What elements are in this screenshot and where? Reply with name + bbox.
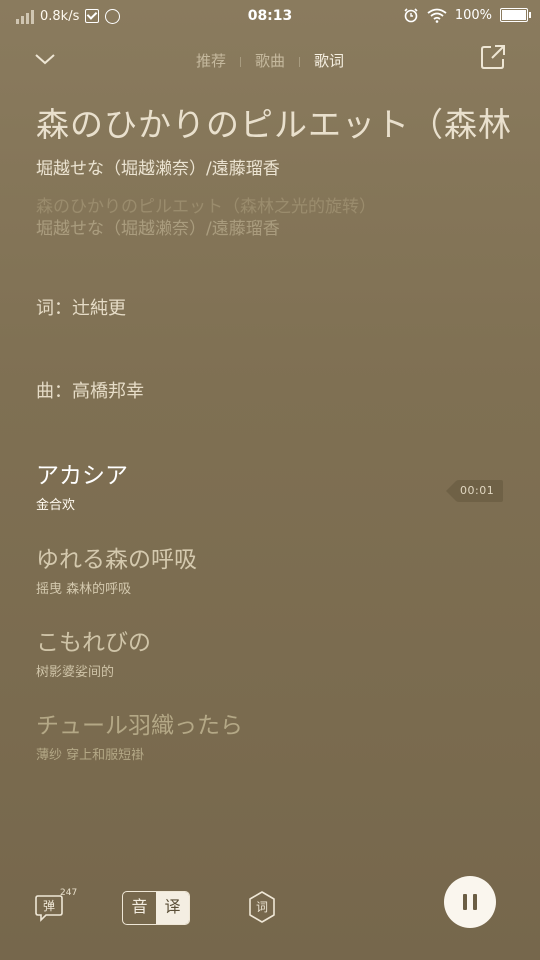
lyric-translation: 金合欢: [36, 498, 76, 513]
danmaku-count: 247: [60, 888, 78, 898]
pause-button[interactable]: [444, 876, 496, 928]
tab-recommend[interactable]: 推荐: [182, 50, 240, 71]
toggle-yin[interactable]: 音: [123, 892, 156, 924]
song-title: 森のひかりのピルエット（森林: [36, 105, 512, 144]
seek-time: 00:01: [460, 484, 495, 497]
lyric-translation: 摇曳 森林的呼吸: [36, 582, 132, 597]
lyrics-style-label: 词: [256, 900, 268, 914]
toggle-yi[interactable]: 译: [156, 892, 189, 924]
share-icon[interactable]: [480, 44, 506, 70]
lyricist-line: 词：辻純更: [36, 298, 126, 319]
scrolled-artist-ghost: 堀越せな（堀越濑奈）/遠藤瑠香: [36, 219, 280, 239]
bottom-controls: 弹 247 音 译 词: [0, 870, 540, 946]
lyric-line[interactable]: チュール羽織ったら 薄纱 穿上和服短褂: [36, 706, 243, 763]
tab-lyrics[interactable]: 歌词: [300, 50, 358, 71]
lyrics-style-icon[interactable]: 词: [246, 890, 278, 924]
top-bar: 推荐 歌曲 歌词: [0, 38, 540, 82]
lyric-translation: 薄纱 穿上和服短褂: [36, 748, 145, 763]
transliteration-translation-toggle[interactable]: 音 译: [122, 891, 190, 925]
tab-bar: 推荐 歌曲 歌词: [0, 50, 540, 71]
composer-line: 曲：高橋邦幸: [36, 381, 144, 402]
status-right: 100%: [403, 7, 531, 23]
lyric-original: ゆれる森の呼吸: [36, 547, 197, 573]
pause-icon-bar: [473, 894, 477, 910]
lyric-line[interactable]: こもれびの 树影婆娑间的: [36, 623, 151, 680]
seek-timestamp-tag[interactable]: 00:01: [446, 479, 504, 503]
tab-song[interactable]: 歌曲: [241, 50, 299, 71]
lyric-original: こもれびの: [36, 630, 151, 656]
battery-icon: [500, 8, 531, 22]
alarm-icon: [404, 8, 418, 23]
danmaku-label: 弹: [43, 899, 55, 913]
wifi-icon: [427, 8, 447, 23]
lyric-translation: 树影婆娑间的: [36, 665, 115, 680]
battery-percent: 100%: [454, 7, 492, 23]
song-artist: 堀越せな（堀越濑奈）/遠藤瑠香: [36, 159, 280, 179]
pause-icon: [463, 894, 467, 910]
lyric-original: アカシア: [36, 463, 128, 489]
status-bar: 0.8k/s 08:13 100%: [0, 0, 540, 34]
lyric-line-current[interactable]: アカシア 金合欢: [36, 456, 128, 513]
lyric-original: チュール羽織ったら: [36, 713, 243, 739]
lyric-line[interactable]: ゆれる森の呼吸 摇曳 森林的呼吸: [36, 540, 197, 597]
